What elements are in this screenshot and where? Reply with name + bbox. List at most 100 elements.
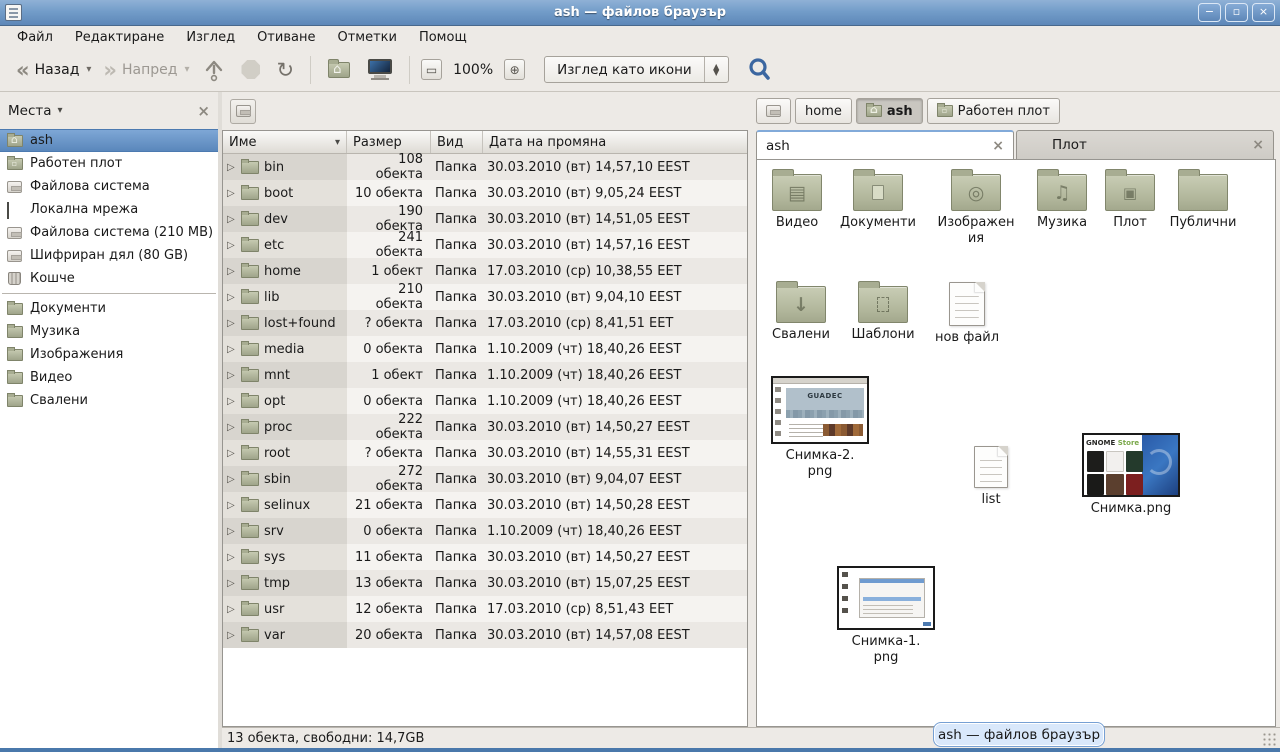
sidebar-item-volume-210mb[interactable]: Файлова система (210 MB) <box>0 221 218 244</box>
file-shot1-png[interactable]: Снимка-1.png <box>834 566 938 666</box>
table-row[interactable]: opt 0 обекта Папка 1.10.2009 (чт) 18,40,… <box>223 388 747 414</box>
expander-icon[interactable] <box>227 526 236 537</box>
column-header-name[interactable]: Име ▾ <box>223 131 347 153</box>
folder-documents[interactable]: Документи <box>838 168 918 231</box>
menu-bookmarks[interactable]: Отметки <box>328 28 405 47</box>
expander-icon[interactable] <box>227 578 236 589</box>
file-list[interactable]: list <box>953 446 1029 508</box>
back-history-caret-icon[interactable]: ▾ <box>86 64 91 75</box>
table-row[interactable]: var 20 обекта Папка 30.03.2010 (вт) 14,5… <box>223 622 747 648</box>
expander-icon[interactable] <box>227 266 236 277</box>
column-header-size[interactable]: Размер <box>347 131 431 153</box>
table-row[interactable]: sys 11 обекта Папка 30.03.2010 (вт) 14,5… <box>223 544 747 570</box>
sidebar-item-network[interactable]: Локална мрежа <box>0 198 218 221</box>
breadcrumb-home-button[interactable]: home <box>795 98 852 124</box>
table-row[interactable]: etc 241 обекта Папка 30.03.2010 (вт) 14,… <box>223 232 747 258</box>
sidebar-item-ash[interactable]: ⌂ ash <box>0 129 218 152</box>
taskbar-window-button[interactable]: ash — файлов браузър <box>933 722 1105 747</box>
expander-icon[interactable] <box>227 500 236 511</box>
icon-view[interactable]: Видео Документи Изображения Музика Плот … <box>756 159 1276 727</box>
expander-icon[interactable] <box>227 396 236 407</box>
table-row[interactable]: sbin 272 обекта Папка 30.03.2010 (вт) 9,… <box>223 466 747 492</box>
table-row[interactable]: root ? обекта Папка 30.03.2010 (вт) 14,5… <box>223 440 747 466</box>
tab-ash[interactable]: ash × <box>756 130 1014 159</box>
expander-icon[interactable] <box>227 344 236 355</box>
expander-icon[interactable] <box>227 240 236 251</box>
folder-templates[interactable]: Шаблони <box>843 280 923 343</box>
expander-icon[interactable] <box>227 292 236 303</box>
breadcrumb-desktop-button[interactable]: ▫ Работен плот <box>927 98 1060 124</box>
column-header-date[interactable]: Дата на промяна <box>483 131 747 153</box>
expander-icon[interactable] <box>227 630 236 641</box>
expander-icon[interactable] <box>227 370 236 381</box>
search-button[interactable] <box>747 57 773 83</box>
expander-icon[interactable] <box>227 474 236 485</box>
folder-pictures[interactable]: Изображения <box>936 168 1016 247</box>
sidebar-item-encrypted-80gb[interactable]: Шифриран дял (80 GB) <box>0 244 218 267</box>
sidebar-item-downloads[interactable]: Свалени <box>0 389 218 412</box>
menu-help[interactable]: Помощ <box>410 28 476 47</box>
root-path-button[interactable] <box>230 99 256 124</box>
table-row[interactable]: bin 108 обекта Папка 30.03.2010 (вт) 14,… <box>223 154 747 180</box>
sidebar-item-trash[interactable]: Кошче <box>0 267 218 290</box>
zoom-out-button[interactable]: ▭ <box>421 59 442 80</box>
zoom-in-button[interactable]: ⊕ <box>504 59 525 80</box>
table-row[interactable]: lib 210 обекта Папка 30.03.2010 (вт) 9,0… <box>223 284 747 310</box>
forward-button[interactable]: » Напред ▾ <box>97 58 195 82</box>
table-row[interactable]: lost+found ? обекта Папка 17.03.2010 (ср… <box>223 310 747 336</box>
expander-icon[interactable] <box>227 318 236 329</box>
expander-icon[interactable] <box>227 552 236 563</box>
chevron-down-icon[interactable]: ▾ <box>58 105 63 116</box>
table-row[interactable]: selinux 21 обекта Папка 30.03.2010 (вт) … <box>223 492 747 518</box>
table-row[interactable]: boot 10 обекта Папка 30.03.2010 (вт) 9,0… <box>223 180 747 206</box>
table-row[interactable]: srv 0 обекта Папка 1.10.2009 (чт) 18,40,… <box>223 518 747 544</box>
file-shot2-png[interactable]: GUADEC Снимка-2.png <box>769 376 871 480</box>
table-row[interactable]: mnt 1 обект Папка 1.10.2009 (чт) 18,40,2… <box>223 362 747 388</box>
tab-close-icon[interactable]: × <box>992 138 1004 154</box>
computer-button[interactable] <box>368 59 392 81</box>
forward-history-caret-icon[interactable]: ▾ <box>184 64 189 75</box>
menu-file[interactable]: Файл <box>8 28 62 47</box>
folder-videos[interactable]: Видео <box>757 168 837 231</box>
tab-desktop[interactable]: Плот × <box>1016 130 1274 159</box>
folder-desktop[interactable]: Плот <box>1090 168 1170 231</box>
sidebar-item-filesystem[interactable]: Файлова система <box>0 175 218 198</box>
menu-go[interactable]: Отиване <box>248 28 324 47</box>
table-row[interactable]: proc 222 обекта Папка 30.03.2010 (вт) 14… <box>223 414 747 440</box>
file-shot-png[interactable]: GNOME Store Снимка.png <box>1079 433 1183 517</box>
home-button[interactable] <box>328 62 350 78</box>
table-row[interactable]: tmp 13 обекта Папка 30.03.2010 (вт) 15,0… <box>223 570 747 596</box>
sidebar-item-videos[interactable]: Видео <box>0 366 218 389</box>
titlebar[interactable]: ash — файлов браузър − ▫ × <box>0 0 1280 26</box>
expander-icon[interactable] <box>227 188 236 199</box>
back-button[interactable]: « Назад ▾ <box>10 58 97 82</box>
sidebar-item-music[interactable]: Музика <box>0 320 218 343</box>
view-mode-select[interactable]: Изглед като икони ▲▼ <box>544 56 729 83</box>
breadcrumb-ash-button[interactable]: ⌂ ash <box>856 98 923 124</box>
reload-button[interactable]: ↻ <box>276 60 294 80</box>
expander-icon[interactable] <box>227 214 236 225</box>
table-row[interactable]: dev 190 обекта Папка 30.03.2010 (вт) 14,… <box>223 206 747 232</box>
menu-edit[interactable]: Редактиране <box>66 28 173 47</box>
sidebar-close-icon[interactable]: × <box>197 102 210 120</box>
table-row[interactable]: usr 12 обекта Папка 17.03.2010 (ср) 8,51… <box>223 596 747 622</box>
resize-grip[interactable] <box>1262 732 1278 746</box>
expander-icon[interactable] <box>227 162 236 173</box>
table-row[interactable]: home 1 обект Папка 17.03.2010 (ср) 10,38… <box>223 258 747 284</box>
sidebar-item-desktop[interactable]: ▫ Работен плот <box>0 152 218 175</box>
folder-downloads[interactable]: Свалени <box>761 280 841 343</box>
expander-icon[interactable] <box>227 422 236 433</box>
sidebar-item-pictures[interactable]: Изображения <box>0 343 218 366</box>
sidebar-mode-select[interactable]: Места <box>8 103 52 119</box>
file-new-file[interactable]: нов файл <box>927 282 1007 346</box>
expander-icon[interactable] <box>227 448 236 459</box>
folder-public[interactable]: Публични <box>1163 168 1243 231</box>
expander-icon[interactable] <box>227 604 236 615</box>
breadcrumb-root-button[interactable] <box>756 98 791 124</box>
maximize-button[interactable]: ▫ <box>1225 3 1248 22</box>
tab-close-icon[interactable]: × <box>1252 137 1264 153</box>
minimize-button[interactable]: − <box>1198 3 1221 22</box>
menu-view[interactable]: Изглед <box>177 28 244 47</box>
up-button[interactable] <box>203 58 225 82</box>
column-header-type[interactable]: Вид <box>431 131 483 153</box>
